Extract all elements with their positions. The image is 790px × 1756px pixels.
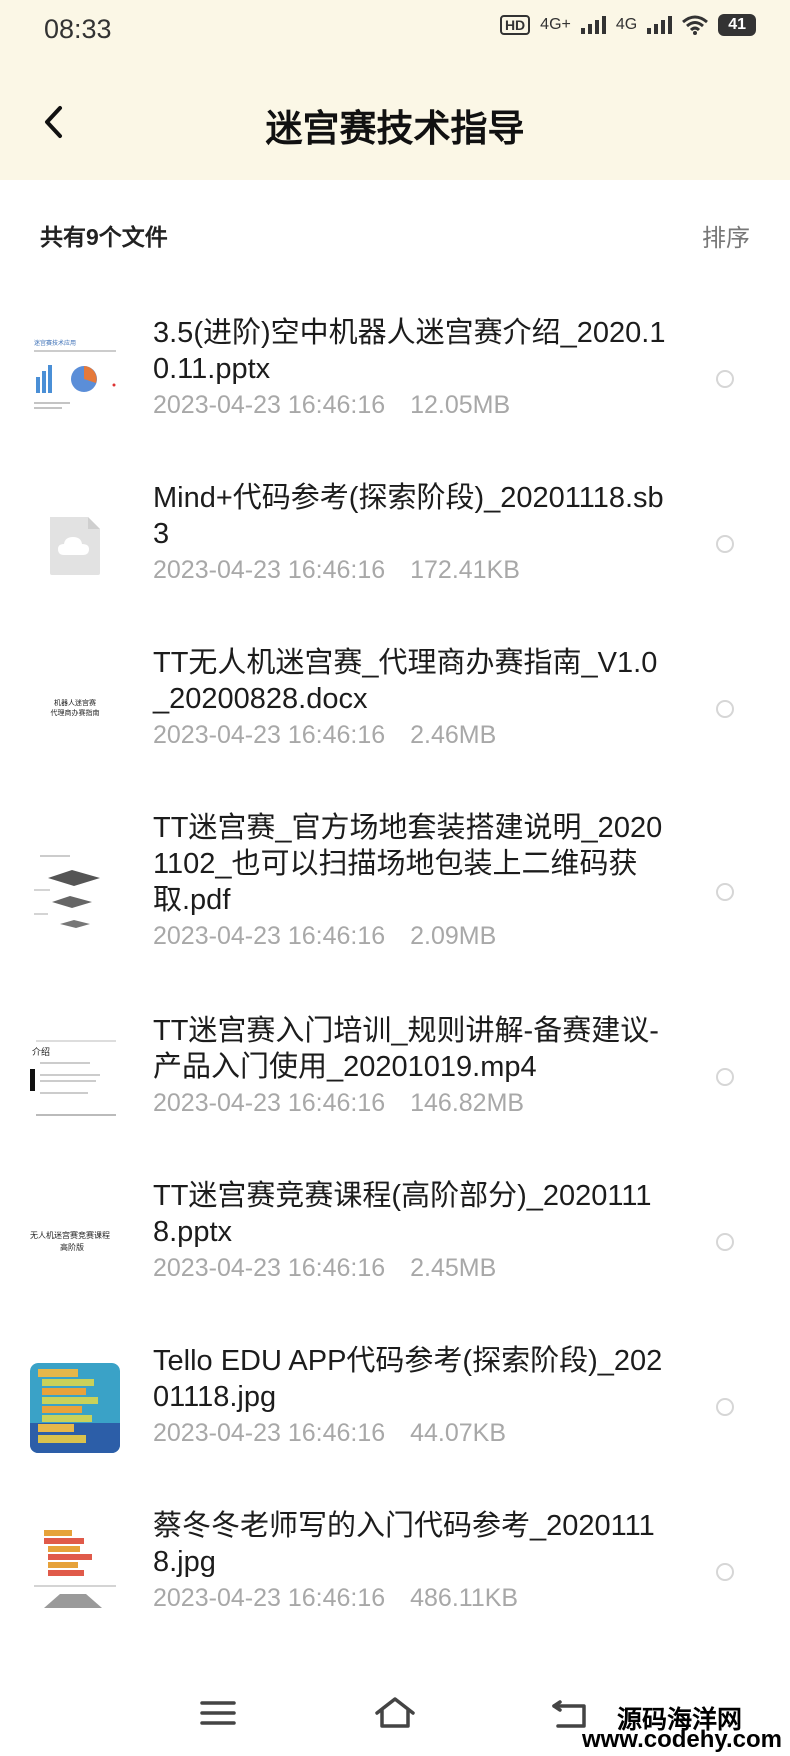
file-info: TT迷宫赛入门培训_规则讲解-备赛建议-产品入门使用_20201019.mp4 … — [153, 1013, 673, 1118]
file-count: 共有9个文件 — [40, 224, 168, 250]
file-item[interactable]: 介绍 TT迷宫赛入门培训_规则讲解-备赛建议-产品入门使用_20201019.m… — [0, 1013, 790, 1173]
home-icon — [375, 1697, 415, 1728]
file-info: Mind+代码参考(探索阶段)_20201118.sb3 2023-04-23 … — [153, 480, 673, 585]
thumb-line: 机器人迷宫赛 — [54, 698, 96, 707]
page-title: 迷宫赛技术指导 — [265, 108, 525, 149]
file-item[interactable]: 蔡冬冬老师写的入门代码参考_20201118.jpg 2023-04-23 16… — [0, 1508, 790, 1668]
file-size: 44.07KB — [410, 1419, 507, 1447]
file-date: 2023-04-23 16:46:16 — [153, 391, 386, 419]
file-size: 2.45MB — [410, 1254, 497, 1282]
thumb-heading: 介绍 — [32, 1046, 50, 1058]
file-meta: 2023-04-23 16:46:16 44.07KB — [153, 1419, 673, 1448]
file-size: 2.09MB — [410, 922, 497, 950]
menu-button[interactable] — [188, 1688, 248, 1738]
wifi-icon — [682, 15, 709, 35]
file-info: TT迷宫赛竞赛课程(高阶部分)_20201118.pptx 2023-04-23… — [153, 1178, 673, 1283]
thumb-heading: 迷宫赛技术应用 — [34, 339, 76, 347]
battery-icon: 41 — [718, 14, 756, 36]
select-radio[interactable] — [716, 883, 734, 901]
file-size: 2.46MB — [410, 721, 497, 749]
select-radio[interactable] — [716, 535, 734, 553]
hd-voice-icon: HD — [499, 15, 531, 35]
docx-thumbnail: 机器人迷宫赛 代理商办赛指南 — [30, 665, 120, 755]
file-info: TT无人机迷宫赛_代理商办赛指南_V1.0_20200828.docx 2023… — [153, 645, 673, 750]
status-icons: HD 4G+ 4G 41 — [499, 14, 756, 36]
summary-row: 共有9个文件 排序 — [0, 212, 790, 258]
pptx-title-thumbnail: 无人机迷宫赛竞赛课程 高阶版 — [30, 1198, 120, 1288]
file-meta: 2023-04-23 16:46:16 172.41KB — [153, 556, 673, 585]
select-radio[interactable] — [716, 1398, 734, 1416]
video-thumbnail: 介绍 — [30, 1033, 120, 1123]
code-blocks-image — [30, 1363, 120, 1453]
file-date: 2023-04-23 16:46:16 — [153, 922, 386, 950]
file-name: TT迷宫赛入门培训_规则讲解-备赛建议-产品入门使用_20201019.mp4 — [153, 1015, 659, 1083]
file-info: Tello EDU APP代码参考(探索阶段)_20201118.jpg 202… — [153, 1343, 673, 1448]
file-date: 2023-04-23 16:46:16 — [153, 1089, 386, 1117]
file-item[interactable]: Tello EDU APP代码参考(探索阶段)_20201118.jpg 202… — [0, 1343, 790, 1503]
file-meta: 2023-04-23 16:46:16 2.45MB — [153, 1254, 673, 1283]
file-item[interactable]: 无人机迷宫赛竞赛课程 高阶版 TT迷宫赛竞赛课程(高阶部分)_20201118.… — [0, 1178, 790, 1338]
cloud-file-icon — [50, 517, 100, 575]
select-radio[interactable] — [716, 700, 734, 718]
file-item[interactable]: Mind+代码参考(探索阶段)_20201118.sb3 2023-04-23 … — [0, 480, 790, 640]
file-name: TT迷宫赛_官方场地套装搭建说明_20201102_也可以扫描场地包装上二维码获… — [153, 812, 663, 916]
file-info: TT迷宫赛_官方场地套装搭建说明_20201102_也可以扫描场地包装上二维码获… — [153, 810, 673, 951]
file-meta: 2023-04-23 16:46:16 486.11KB — [153, 1584, 673, 1613]
menu-icon — [200, 1701, 236, 1725]
file-info: 3.5(进阶)空中机器人迷宫赛介绍_2020.10.11.pptx 2023-0… — [153, 315, 673, 420]
sort-button[interactable]: 排序 — [702, 218, 750, 253]
back-nav-icon — [552, 1700, 586, 1728]
file-meta: 2023-04-23 16:46:16 146.82MB — [153, 1089, 673, 1118]
file-item[interactable]: TT迷宫赛_官方场地套装搭建说明_20201102_也可以扫描场地包装上二维码获… — [0, 810, 790, 1000]
file-date: 2023-04-23 16:46:16 — [153, 1254, 386, 1282]
select-radio[interactable] — [716, 1233, 734, 1251]
thumb-line: 无人机迷宫赛竞赛课程 — [30, 1230, 110, 1240]
select-radio[interactable] — [716, 370, 734, 388]
thumb-line: 代理商办赛指南 — [51, 708, 100, 717]
file-date: 2023-04-23 16:46:16 — [153, 556, 386, 584]
file-meta: 2023-04-23 16:46:16 2.09MB — [153, 922, 673, 951]
file-size: 12.05MB — [410, 391, 511, 419]
watermark-url: www.codehy.com — [581, 1726, 782, 1753]
file-date: 2023-04-23 16:46:16 — [153, 1584, 386, 1612]
file-date: 2023-04-23 16:46:16 — [153, 1419, 386, 1447]
file-name: Mind+代码参考(探索阶段)_20201118.sb3 — [153, 482, 664, 550]
file-size: 486.11KB — [410, 1584, 519, 1612]
file-info: 蔡冬冬老师写的入门代码参考_20201118.jpg 2023-04-23 16… — [153, 1508, 673, 1613]
top-bar: 08:33 HD 4G+ 4G 41 迷宫赛技术指导 — [0, 0, 790, 180]
file-name: TT迷宫赛竞赛课程(高阶部分)_20201118.pptx — [153, 1180, 652, 1248]
select-radio[interactable] — [716, 1563, 734, 1581]
signal-icon — [580, 16, 606, 34]
file-item[interactable]: 机器人迷宫赛 代理商办赛指南 TT无人机迷宫赛_代理商办赛指南_V1.0_202… — [0, 645, 790, 805]
thumb-line: 高阶版 — [60, 1242, 84, 1252]
file-name: TT无人机迷宫赛_代理商办赛指南_V1.0_20200828.docx — [153, 647, 658, 715]
pdf-thumbnail — [30, 850, 120, 940]
network-4g-label: 4G — [615, 16, 638, 33]
file-item[interactable]: 迷宫赛技术应用 3.5(进阶)空中机器人迷宫赛介绍_2020.10.11.ppt… — [0, 315, 790, 475]
file-name: 3.5(进阶)空中机器人迷宫赛介绍_2020.10.11.pptx — [153, 317, 666, 385]
network-4g-plus-label: 4G+ — [540, 16, 571, 33]
pptx-slide-thumbnail: 迷宫赛技术应用 — [30, 335, 120, 425]
file-name: Tello EDU APP代码参考(探索阶段)_20201118.jpg — [153, 1345, 663, 1413]
file-size: 146.82MB — [410, 1089, 525, 1117]
code-blocks-image — [30, 1528, 120, 1618]
home-button[interactable] — [365, 1688, 425, 1738]
status-time: 08:33 — [44, 14, 112, 44]
file-name: 蔡冬冬老师写的入门代码参考_20201118.jpg — [153, 1510, 655, 1578]
file-size: 172.41KB — [410, 556, 520, 584]
file-date: 2023-04-23 16:46:16 — [153, 721, 386, 749]
signal-icon-2 — [647, 16, 673, 34]
file-meta: 2023-04-23 16:46:16 12.05MB — [153, 391, 673, 420]
select-radio[interactable] — [716, 1068, 734, 1086]
file-meta: 2023-04-23 16:46:16 2.46MB — [153, 721, 673, 750]
